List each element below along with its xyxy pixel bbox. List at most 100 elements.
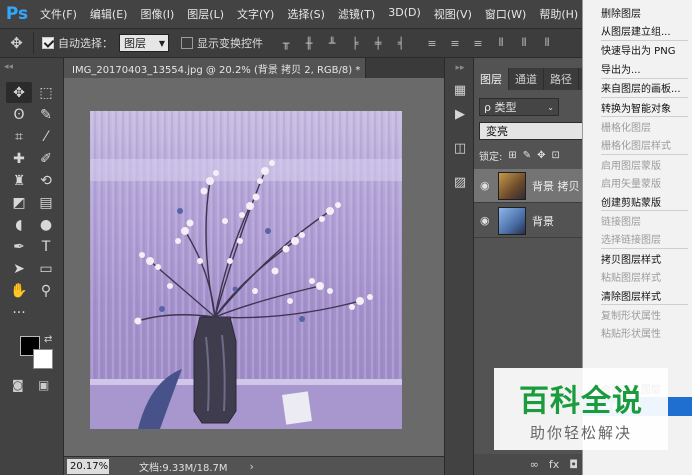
- actions-play-icon[interactable]: ▶: [450, 104, 470, 124]
- menu-item[interactable]: 选择(S): [287, 6, 325, 22]
- menu-item[interactable]: 滤镜(T): [338, 6, 375, 22]
- chevron-down-icon: ⌄: [547, 102, 554, 112]
- rectangle-tool-icon[interactable]: ▭: [33, 258, 59, 279]
- quick-mask-icon[interactable]: ◙: [12, 378, 24, 392]
- dodge-tool-icon[interactable]: ●: [33, 214, 59, 235]
- context-menu-item[interactable]: 创建剪贴蒙版: [583, 192, 692, 210]
- menu-item[interactable]: 3D(D): [388, 6, 421, 22]
- distribute-hcenter-icon[interactable]: ⦀: [517, 36, 531, 50]
- screen-mode-icon[interactable]: ▣: [38, 378, 49, 392]
- panel-dock: ▸▸ ▦ ▶ ◫ ▨: [444, 58, 474, 475]
- path-select-tool-icon[interactable]: ➤: [6, 258, 32, 279]
- context-menu-item[interactable]: 删除图层: [583, 3, 692, 21]
- chevron-right-icon[interactable]: ›: [250, 460, 254, 473]
- more-tools-icon[interactable]: ···: [6, 302, 32, 323]
- menu-item[interactable]: 窗口(W): [485, 6, 526, 22]
- layer-row[interactable]: ◉ 背景 拷贝: [474, 169, 586, 203]
- document-tab[interactable]: IMG_20170403_13554.jpg @ 20.2% (背景 拷贝 2,…: [64, 58, 366, 78]
- history-panel-icon[interactable]: ▦: [450, 80, 470, 100]
- align-bottom-icon[interactable]: ╨: [325, 36, 339, 50]
- eye-icon[interactable]: ◉: [480, 214, 498, 227]
- adjustments-panel-icon[interactable]: ▨: [450, 172, 470, 192]
- lock-pixels-icon[interactable]: ✎: [523, 150, 531, 161]
- document-image[interactable]: [90, 111, 402, 429]
- menu-item[interactable]: 编辑(E): [90, 6, 128, 22]
- layer-name: 背景 拷贝: [532, 179, 580, 193]
- menu-item[interactable]: 图层(L): [187, 6, 224, 22]
- lock-transparent-icon[interactable]: ⊞: [508, 150, 516, 161]
- distribute-vcenter-icon[interactable]: ≡: [448, 36, 462, 50]
- blend-mode-dropdown[interactable]: 変亮: [479, 122, 583, 140]
- auto-select-checkbox[interactable]: [42, 37, 54, 49]
- menu-item[interactable]: 帮助(H): [539, 6, 578, 22]
- menu-item[interactable]: 视图(V): [434, 6, 472, 22]
- context-menu-item: 粘贴形状属性: [601, 329, 661, 341]
- context-menu-item: 启用图层蒙版: [601, 160, 661, 172]
- background-color-swatch[interactable]: [33, 349, 53, 369]
- zoom-tool-icon[interactable]: ⚲: [33, 280, 59, 301]
- context-menu-item[interactable]: 从图层建立组...: [583, 21, 692, 39]
- distribute-left-icon[interactable]: ⦀: [494, 36, 508, 50]
- lasso-tool-icon[interactable]: ʘ: [6, 104, 32, 125]
- eye-icon[interactable]: ◉: [480, 179, 498, 192]
- layers-panel-footer: ∞ fx ◘: [474, 454, 586, 475]
- tab-layers[interactable]: 图层: [474, 68, 509, 90]
- hand-tool-icon[interactable]: ✋: [6, 280, 32, 301]
- context-menu-item[interactable]: 来自图层的画板...: [583, 79, 692, 97]
- move-tool-preset-icon[interactable]: ✥: [0, 32, 34, 54]
- distribute-top-icon[interactable]: ≡: [425, 36, 439, 50]
- lock-artboard-icon[interactable]: ⊡: [552, 150, 560, 161]
- crop-tool-icon[interactable]: ⌗: [6, 126, 32, 147]
- auto-select-target-dropdown[interactable]: 图层 ▼: [119, 34, 169, 52]
- align-top-icon[interactable]: ╥: [279, 36, 293, 50]
- tab-channels[interactable]: 通道: [509, 68, 544, 90]
- align-left-icon[interactable]: ╞: [348, 36, 362, 50]
- marquee-tool-icon[interactable]: ⬚: [33, 82, 59, 103]
- layer-filter-value: ρ 类型: [484, 101, 517, 114]
- auto-select-label: 自动选择：: [58, 37, 113, 50]
- menu-item[interactable]: 文件(F): [40, 6, 77, 22]
- history-brush-tool-icon[interactable]: ⟲: [33, 170, 59, 191]
- layer-row[interactable]: ◉ 背景: [474, 204, 586, 238]
- context-menu-item[interactable]: 转换为智能对象: [583, 98, 692, 116]
- properties-panel-icon[interactable]: ◫: [450, 138, 470, 158]
- distribute-right-icon[interactable]: ⦀: [540, 36, 554, 50]
- chevron-down-icon: ▼: [158, 38, 165, 48]
- layer-style-icon[interactable]: fx: [549, 458, 559, 471]
- distribute-bottom-icon[interactable]: ≡: [471, 36, 485, 50]
- align-vcenter-icon[interactable]: ╫: [302, 36, 316, 50]
- menu-item[interactable]: 图像(I): [140, 6, 174, 22]
- panel-collapse-icon[interactable]: ◂◂: [4, 62, 13, 72]
- align-hcenter-icon[interactable]: ╪: [371, 36, 385, 50]
- show-transform-label: 显示变换控件: [197, 37, 263, 50]
- zoom-level-field[interactable]: 20.17%: [67, 458, 109, 474]
- show-transform-checkbox[interactable]: [181, 37, 193, 49]
- type-tool-icon[interactable]: T: [33, 236, 59, 257]
- menu-item[interactable]: 文字(Y): [237, 6, 274, 22]
- tab-paths[interactable]: 路径: [544, 68, 579, 90]
- brush-tool-icon[interactable]: ✐: [33, 148, 59, 169]
- eraser-tool-icon[interactable]: ◩: [6, 192, 32, 213]
- layer-filter-dropdown[interactable]: ρ 类型 ⌄: [479, 98, 559, 116]
- blur-tool-icon[interactable]: ◖: [6, 214, 32, 235]
- clone-stamp-tool-icon[interactable]: ♜: [6, 170, 32, 191]
- layer-thumbnail: [498, 206, 526, 235]
- quick-select-tool-icon[interactable]: ✎: [33, 104, 59, 125]
- layer-mask-icon[interactable]: ◘: [569, 458, 578, 471]
- swap-colors-icon[interactable]: ⇄: [44, 334, 52, 345]
- align-right-icon[interactable]: ╡: [394, 36, 408, 50]
- context-menu-item[interactable]: 拷贝图层样式: [583, 249, 692, 267]
- tool-grid: ✥ ⬚ ʘ ✎ ⌗ ⁄ ✚ ✐ ♜ ⟲ ◩ ▤ ◖ ● ✒ T ➤ ▭ ✋ ⚲ …: [6, 82, 60, 323]
- context-menu-item[interactable]: 快速导出为 PNG: [583, 41, 692, 59]
- context-menu-item[interactable]: 导出为...: [583, 59, 692, 77]
- dock-collapse-icon[interactable]: ▸▸: [450, 58, 470, 78]
- healing-brush-tool-icon[interactable]: ✚: [6, 148, 32, 169]
- lock-position-icon[interactable]: ✥: [537, 150, 545, 161]
- context-menu-item[interactable]: 清除图层样式: [583, 286, 692, 304]
- eyedropper-tool-icon[interactable]: ⁄: [33, 126, 59, 147]
- move-tool-icon[interactable]: ✥: [6, 82, 32, 103]
- link-layers-icon[interactable]: ∞: [530, 458, 539, 471]
- canvas-area[interactable]: [64, 78, 444, 456]
- pen-tool-icon[interactable]: ✒: [6, 236, 32, 257]
- gradient-tool-icon[interactable]: ▤: [33, 192, 59, 213]
